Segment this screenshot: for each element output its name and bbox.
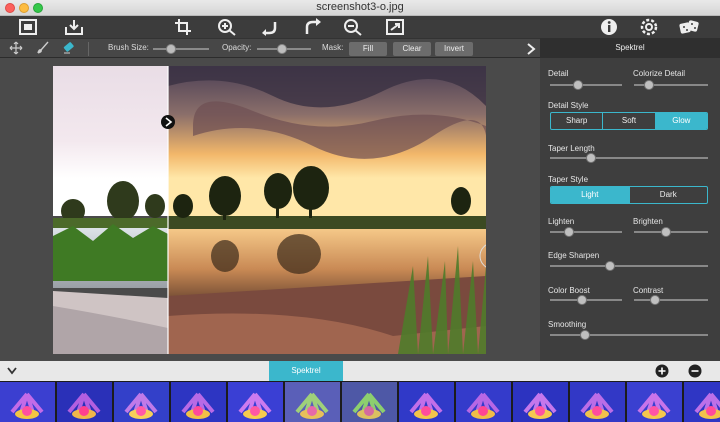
brush-size-label: Brush Size:	[108, 43, 149, 52]
brush-size-slider[interactable]	[153, 44, 209, 54]
opacity-slider[interactable]	[257, 44, 311, 54]
settings-icon[interactable]	[639, 18, 659, 36]
slider-knob[interactable]	[277, 44, 287, 54]
taper-length-slider[interactable]	[550, 153, 708, 163]
lighten-slider[interactable]	[550, 227, 622, 237]
chevron-down-icon[interactable]	[7, 367, 17, 375]
smoothing-slider[interactable]	[550, 330, 708, 340]
slider-knob[interactable]	[650, 295, 660, 305]
colorize-detail-slider[interactable]	[634, 80, 708, 90]
before-after-handle[interactable]	[161, 115, 175, 129]
slider-knob[interactable]	[644, 80, 654, 90]
preset-thumbnail[interactable]	[627, 382, 682, 422]
slider-knob[interactable]	[166, 44, 176, 54]
preset-thumbnail[interactable]	[570, 382, 625, 422]
contrast-slider[interactable]	[634, 295, 708, 305]
preset-thumbnail[interactable]	[228, 382, 283, 422]
preset-thumbnail-strip	[0, 381, 720, 422]
preset-tab-spektrel[interactable]: Spektrel	[269, 361, 343, 381]
brighten-label: Brighten	[633, 217, 663, 226]
fit-to-window-icon[interactable]	[385, 18, 405, 36]
window-titlebar: screenshot3-o.jpg	[0, 0, 720, 16]
slider-knob[interactable]	[586, 153, 596, 163]
detail-slider[interactable]	[550, 80, 622, 90]
opacity-label: Opacity:	[222, 43, 252, 52]
edge-sharpen-slider[interactable]	[550, 261, 708, 271]
preset-bar: Spektrel	[0, 361, 720, 381]
info-icon[interactable]	[599, 18, 619, 36]
preset-thumbnail[interactable]	[171, 382, 226, 422]
effect-panel-title: Spektrel	[540, 38, 720, 58]
taper-style-dark[interactable]: Dark	[630, 187, 708, 203]
slider-knob[interactable]	[564, 227, 574, 237]
detail-style-segmented-control: Sharp Soft Glow	[550, 112, 708, 130]
contrast-label: Contrast	[633, 286, 664, 295]
preset-thumbnail[interactable]	[399, 382, 454, 422]
color-boost-label: Color Boost	[548, 286, 590, 295]
slider-knob[interactable]	[661, 227, 671, 237]
preset-thumbnail[interactable]	[342, 382, 397, 422]
taper-length-label: Taper Length	[548, 144, 595, 153]
taper-style-label: Taper Style	[548, 175, 589, 184]
mask-fill-button[interactable]: Fill	[349, 42, 387, 56]
slider-knob[interactable]	[577, 295, 587, 305]
smoothing-label: Smoothing	[548, 320, 587, 329]
preset-thumbnail[interactable]	[57, 382, 112, 422]
eraser-tool-icon[interactable]	[62, 41, 76, 55]
color-boost-slider[interactable]	[550, 295, 622, 305]
rotate-right-icon[interactable]	[302, 18, 322, 36]
divider	[88, 42, 89, 56]
effect-settings-panel: Detail Colorize Detail Detail Style Shar…	[540, 58, 720, 361]
add-preset-icon[interactable]	[655, 364, 669, 378]
lighten-label: Lighten	[548, 217, 575, 226]
randomize-dice-icon[interactable]	[679, 18, 699, 36]
zoom-in-icon[interactable]	[217, 18, 237, 36]
taper-style-segmented-control: Light Dark	[550, 186, 708, 204]
chevron-right-icon[interactable]	[526, 43, 536, 55]
remove-preset-icon[interactable]	[688, 364, 702, 378]
preset-thumbnail[interactable]	[684, 382, 720, 422]
preset-thumbnail[interactable]	[0, 382, 55, 422]
window-title: screenshot3-o.jpg	[316, 1, 404, 13]
detail-style-label: Detail Style	[548, 101, 589, 110]
detail-style-sharp[interactable]: Sharp	[551, 113, 604, 129]
mask-clear-button[interactable]: Clear	[393, 42, 431, 56]
slider-knob[interactable]	[605, 261, 615, 271]
brush-tool-icon[interactable]	[36, 41, 50, 55]
preset-thumbnail[interactable]	[114, 382, 169, 422]
rotate-left-icon[interactable]	[260, 18, 280, 36]
zoom-out-icon[interactable]	[343, 18, 363, 36]
preset-thumbnail[interactable]	[513, 382, 568, 422]
brighten-slider[interactable]	[634, 227, 708, 237]
photo-image	[53, 66, 486, 354]
mask-label: Mask:	[322, 43, 344, 52]
preset-thumbnail[interactable]	[456, 382, 511, 422]
edge-sharpen-label: Edge Sharpen	[548, 251, 600, 260]
crop-icon[interactable]	[174, 18, 194, 36]
main-toolbar	[0, 16, 720, 38]
preset-thumbnail[interactable]	[285, 382, 340, 422]
detail-style-glow[interactable]: Glow	[655, 113, 707, 129]
taper-style-light[interactable]: Light	[551, 187, 630, 203]
detail-style-soft[interactable]: Soft	[603, 113, 656, 129]
save-image-icon[interactable]	[64, 18, 84, 36]
colorize-detail-label: Colorize Detail	[633, 69, 686, 78]
open-image-icon[interactable]	[18, 18, 38, 36]
mask-invert-button[interactable]: Invert	[435, 42, 473, 56]
move-tool-icon[interactable]	[9, 41, 23, 55]
slider-knob[interactable]	[573, 80, 583, 90]
slider-knob[interactable]	[580, 330, 590, 340]
detail-label: Detail	[548, 69, 569, 78]
photo-preview[interactable]	[53, 66, 486, 354]
image-canvas[interactable]	[0, 58, 540, 361]
